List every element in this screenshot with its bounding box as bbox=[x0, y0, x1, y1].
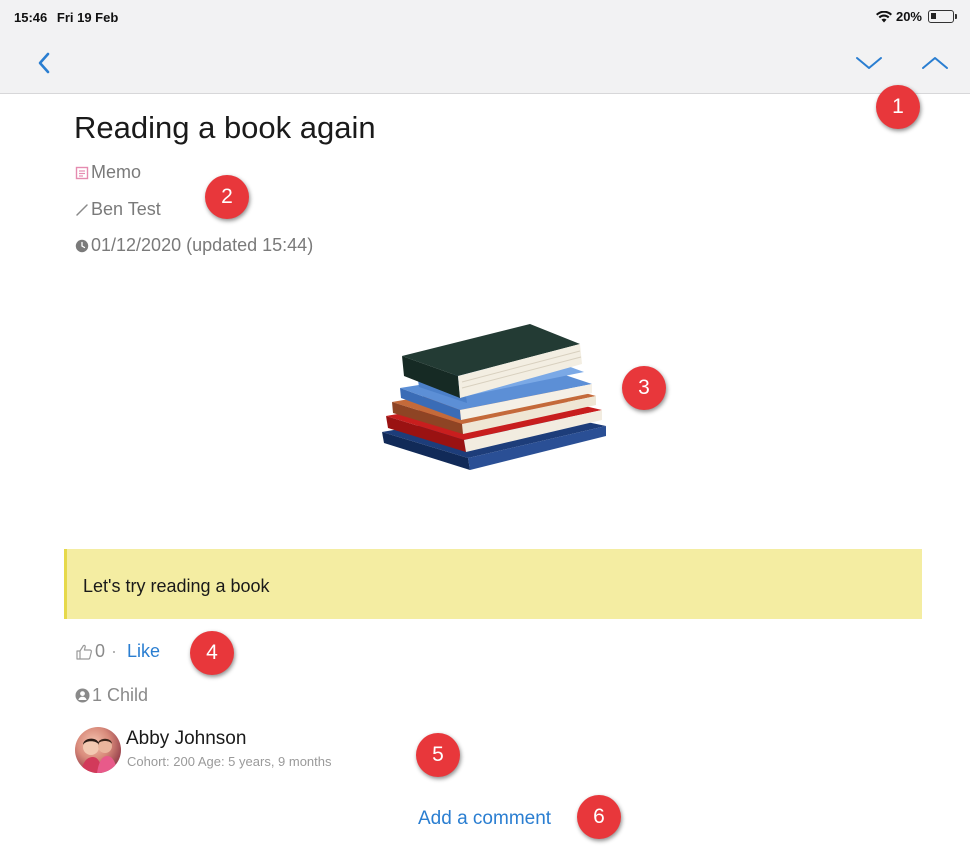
status-date: Fri 19 Feb bbox=[56, 10, 119, 25]
add-comment-link[interactable]: Add a comment bbox=[418, 808, 551, 830]
like-separator: · bbox=[111, 641, 118, 661]
post-date: 01/12/2020 (updated 15:44) bbox=[91, 235, 314, 255]
battery-percent: 20% bbox=[895, 9, 922, 24]
child-card[interactable]: Abby Johnson Cohort: 200 Age: 5 years, 9… bbox=[75, 723, 435, 773]
battery-icon bbox=[928, 10, 957, 23]
post-date-row: 01/12/2020 (updated 15:44) bbox=[75, 235, 313, 256]
children-count: 1 Child bbox=[92, 685, 149, 705]
like-row: 0 · Like bbox=[75, 641, 160, 662]
chevron-down-icon[interactable] bbox=[852, 50, 886, 76]
child-details: Cohort: 200 Age: 5 years, 9 months bbox=[127, 754, 332, 769]
annotation-badge-2: 2 bbox=[205, 175, 249, 219]
chevron-left-icon[interactable] bbox=[30, 48, 60, 78]
status-time-date: 15:46 Fri 19 Feb bbox=[14, 10, 118, 25]
child-photo-image bbox=[81, 738, 117, 773]
wifi-icon bbox=[875, 10, 892, 22]
like-button[interactable]: Like bbox=[127, 641, 160, 662]
annotation-badge-6: 6 bbox=[577, 795, 621, 839]
memo-icon bbox=[75, 166, 89, 179]
post-author-row: Ben Test bbox=[75, 199, 161, 220]
status-indicators: 20% bbox=[875, 9, 957, 24]
child-name[interactable]: Abby Johnson bbox=[126, 728, 246, 750]
status-bar: 15:46 Fri 19 Feb 20% bbox=[0, 0, 970, 34]
avatar[interactable] bbox=[75, 727, 121, 773]
clock-icon bbox=[75, 239, 89, 252]
thumbs-up-icon bbox=[76, 644, 92, 660]
annotation-badge-3: 3 bbox=[622, 366, 666, 410]
post-note: Let's try reading a book bbox=[64, 549, 922, 619]
like-count: 0 bbox=[95, 641, 106, 661]
nav-bar bbox=[0, 34, 970, 94]
post-type-label: Memo bbox=[91, 162, 142, 182]
post-title: Reading a book again bbox=[74, 110, 376, 145]
books-stack-image[interactable] bbox=[370, 310, 620, 500]
status-time: 15:46 bbox=[14, 10, 48, 25]
annotation-badge-4: 4 bbox=[190, 631, 234, 675]
person-icon bbox=[75, 688, 90, 703]
post-type-row: Memo bbox=[75, 162, 141, 183]
post-note-text: Let's try reading a book bbox=[83, 576, 270, 596]
post-author: Ben Test bbox=[91, 199, 161, 219]
chevron-up-icon[interactable] bbox=[918, 50, 952, 76]
pencil-icon bbox=[76, 203, 88, 216]
annotation-badge-1: 1 bbox=[876, 85, 920, 129]
children-count-row: 1 Child bbox=[75, 685, 148, 706]
